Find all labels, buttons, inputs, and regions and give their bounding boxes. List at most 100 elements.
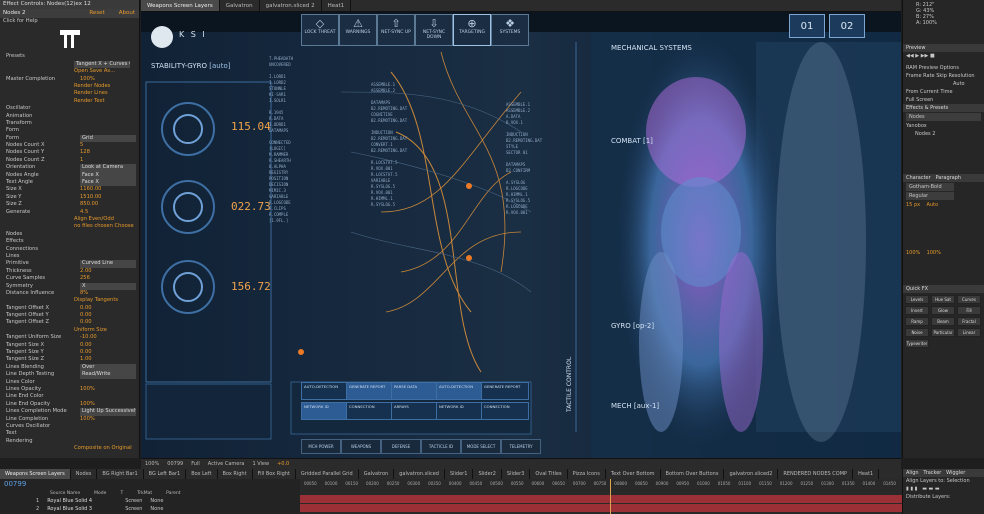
effect-param-row[interactable]: Lines [0,253,139,260]
comp-tab[interactable]: galvatron.sliced 2 [260,0,322,11]
font-size-row[interactable]: 15 px Auto [903,201,984,209]
param-value[interactable]: 1510.00 [80,194,101,201]
timeline-tab[interactable]: Slider2 [473,469,502,479]
quick-fx-button[interactable]: Fractal [957,317,981,326]
systems-button[interactable]: ❖ SYSTEMS [491,14,529,46]
param-select[interactable]: Tangent X + Curves Oscillator [74,60,130,69]
parse-data-button[interactable]: PARSE DATA [391,382,439,400]
arrays-button[interactable]: ARRAYS [391,402,439,420]
effect-param-row[interactable]: Tangent Size X 0.00 [0,342,139,349]
hud-bottom-tab[interactable]: WEAPONS [341,439,381,454]
timeline-tab[interactable]: Slider1 [445,469,474,479]
param-value[interactable]: Align Even/Odd [74,216,114,223]
param-value[interactable]: 5 [80,142,83,149]
param-value[interactable]: 4.5 [80,209,88,216]
param-value[interactable]: 256 [80,275,90,282]
effect-param-row[interactable]: Text Angle Face X [0,179,139,187]
param-select[interactable]: Look at Camera [80,164,136,172]
reset-button[interactable]: Reset [89,10,104,16]
effect-controls-tab[interactable]: Effect Controls: Nodes(12)ex 12 [0,0,139,9]
effect-param-row[interactable]: Line Depth Testing Read/Write [0,371,139,379]
auto-detection-button[interactable]: AUTO-DETECTION [301,382,349,400]
view-select[interactable]: 1 View [252,459,269,469]
quick-fx-button[interactable]: Invert [905,306,929,315]
effect-param-row[interactable]: Line End Opacity 100% [0,401,139,408]
param-select[interactable]: Grid [80,134,136,143]
effect-param-row[interactable]: Open Save As... [0,68,139,75]
quick-fx-button[interactable]: Glow [931,306,955,315]
effect-param-row[interactable]: Tangent Offset Y 0.00 [0,312,139,319]
param-value[interactable]: 100% [80,401,95,408]
about-button[interactable]: About [119,10,135,16]
param-select[interactable]: Face X [80,171,136,180]
preview-controls[interactable]: ◀◀ ▶ ▶▶ ■ [903,52,984,64]
resolution-select[interactable]: Auto [903,80,984,88]
comp-tab[interactable]: Galvatron [220,0,260,11]
param-value[interactable]: Composite on Original [74,445,132,452]
composition-viewer[interactable]: K S I ◇ LOCK THREAT ⚠ WARNINGS ⇧ NET-SYNC U… [141,12,901,458]
effect-param-row[interactable]: Line End Color [0,393,139,400]
timeline-tab[interactable]: Bottom Over Buttons [661,469,725,479]
preview-header[interactable]: Preview [903,44,984,52]
effect-param-row[interactable]: Lines Color [0,379,139,386]
effect-param-row[interactable]: Generate 4.5 [0,209,139,216]
effect-param-row[interactable]: Align Even/Odd [0,216,139,223]
quick-fx-button[interactable]: Beam [931,317,955,326]
param-value[interactable]: 0.00 [80,349,92,356]
font-family-select[interactable]: Gotham-Bold [906,183,954,191]
timeline-tab[interactable]: Nodes [71,469,98,479]
comp-tab[interactable]: Heat1 [322,0,352,11]
targeting-button[interactable]: ⊕ TARGETING [453,14,491,46]
layer-bar[interactable] [300,504,902,512]
resolution-select[interactable]: Full [191,459,200,469]
lock-threat-button[interactable]: ◇ LOCK THREAT [301,14,339,46]
param-value[interactable]: Render Lines [74,90,108,97]
comp-tab[interactable]: Weapons Screen Layers [141,0,220,11]
quick-fx-button[interactable]: Linear [957,328,981,337]
param-value[interactable]: 850.00 [80,201,98,208]
effect-param-row[interactable]: Animation [0,113,139,120]
param-select[interactable]: Over [80,363,136,372]
timeline-tab[interactable]: Fill Box Right [253,469,296,479]
effect-param-row[interactable]: Tangent X + Curves Oscillator [0,60,139,69]
hud-bottom-tab[interactable]: DEFENSE [381,439,421,454]
effect-param-row[interactable]: Line Completion 100% [0,416,139,423]
effect-param-row[interactable]: Curve Samples 256 [0,275,139,282]
hud-bottom-tab[interactable]: TACTICLE ID [421,439,461,454]
effects-search-input[interactable]: Nodes [906,113,981,121]
quick-fx-button[interactable]: Levels [905,295,929,304]
param-value[interactable]: 0.00 [80,305,92,312]
param-value[interactable]: 100% [80,416,95,423]
effects-presets-header[interactable]: Effects & Presets [903,104,984,112]
effect-param-row[interactable]: Render Nodes [0,83,139,90]
param-value[interactable]: 0.00 [80,342,92,349]
param-value[interactable]: 2.00 [80,268,92,275]
net-sync-down-button[interactable]: ⇩ NET-SYNC DOWN [415,14,453,46]
timeline-tab[interactable]: BG Left Bar1 [144,469,187,479]
param-value[interactable]: 1.00 [80,356,92,363]
effect-param-row[interactable]: Rendering [0,438,139,445]
effect-param-row[interactable]: Tangent Uniform Size -10.00 [0,334,139,341]
param-value[interactable]: 0.00 [80,319,92,326]
param-value[interactable]: 1160.00 [80,186,101,193]
param-value[interactable]: -10.00 [80,334,97,341]
effect-param-row[interactable]: Nodes [0,231,139,238]
effect-param-row[interactable]: Nodes Count X 5 [0,142,139,149]
param-value[interactable]: Display Tangents [74,297,118,304]
effect-param-row[interactable]: Distance Influence 8% [0,290,139,297]
effect-param-row[interactable]: Lines Opacity 100% [0,386,139,393]
effect-param-row[interactable]: Size X 1160.00 [0,186,139,193]
effect-param-row[interactable]: Render Text [0,98,139,105]
timeline-tab[interactable]: Box Right [218,469,253,479]
param-select[interactable]: Face X [80,179,136,187]
hud-bottom-tab[interactable]: MCH POWER [301,439,341,454]
effect-param-row[interactable]: Oscillator [0,105,139,112]
param-value[interactable]: 1 [80,157,83,164]
effect-param-row[interactable]: Display Tangents [0,297,139,304]
warnings-button[interactable]: ⚠ WARNINGS [339,14,377,46]
quick-fx-header[interactable]: Quick FX [903,285,984,293]
tree-item[interactable]: Nodes 2 [903,130,984,138]
align-tabs[interactable]: Align Tracker Wiggler [903,469,984,477]
camera-select[interactable]: Active Camera [208,459,245,469]
effect-param-row[interactable]: Render Lines [0,90,139,97]
